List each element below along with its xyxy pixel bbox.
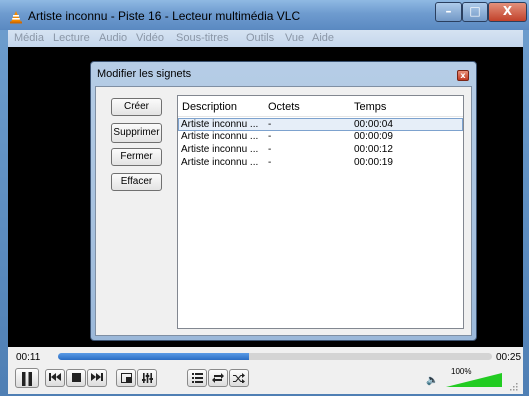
next-icon (91, 373, 103, 381)
volume-level (446, 373, 502, 387)
playlist-button[interactable] (187, 369, 207, 387)
dialog-title: Modifier les signets (97, 68, 192, 80)
pause-button[interactable] (15, 368, 39, 388)
row-description: Artiste inconnu ... (181, 144, 259, 155)
create-button[interactable]: Créer (111, 98, 162, 116)
column-description[interactable]: Description (182, 101, 237, 113)
vlc-cone-icon (10, 11, 22, 24)
list-item[interactable]: Artiste inconnu ... - 00:00:12 (178, 144, 463, 157)
next-button[interactable] (87, 369, 107, 387)
loop-icon (212, 373, 224, 383)
vlc-window: Artiste inconnu - Piste 16 - Lecteur mul… (0, 0, 529, 396)
menu-bar: Média Lecture Audio Vidéo Sous-titres Ou… (8, 30, 523, 47)
menu-media[interactable]: Média (14, 32, 44, 44)
menu-sous-titres[interactable]: Sous-titres (176, 32, 229, 44)
bookmarks-list[interactable]: Description Octets Temps Artiste inconnu… (177, 95, 464, 329)
row-temps: 00:00:19 (354, 157, 393, 168)
fullscreen-icon (120, 373, 132, 383)
dialog-close-button[interactable]: x (457, 70, 469, 81)
row-octets: - (268, 131, 272, 142)
shuffle-icon (233, 373, 245, 383)
column-octets[interactable]: Octets (268, 101, 300, 113)
bookmarks-dialog: Modifier les signets x Créer Supprimer F… (90, 61, 477, 341)
menu-outils[interactable]: Outils (246, 32, 274, 44)
clear-button[interactable]: Effacer (111, 173, 162, 191)
previous-icon (49, 373, 61, 381)
control-bar: 00:11 00:25 🔈 100% (8, 347, 523, 394)
menu-video[interactable]: Vidéo (136, 32, 164, 44)
seek-slider[interactable] (58, 353, 492, 360)
extended-settings-button[interactable] (137, 369, 157, 387)
dialog-body: Créer Supprimer Fermer Effacer Descripti… (95, 86, 472, 336)
menu-audio[interactable]: Audio (99, 32, 127, 44)
row-description: Artiste inconnu ... (181, 157, 259, 168)
row-octets: - (268, 157, 272, 168)
stop-icon (71, 373, 81, 382)
close-dialog-button[interactable]: Fermer (111, 148, 162, 166)
window-title: Artiste inconnu - Piste 16 - Lecteur mul… (28, 9, 301, 23)
speaker-icon[interactable]: 🔈 (426, 375, 438, 386)
pause-icon (22, 372, 32, 386)
menu-vue[interactable]: Vue (285, 32, 304, 44)
volume-slider[interactable] (446, 373, 502, 387)
previous-button[interactable] (45, 369, 65, 387)
row-temps: 00:00:09 (354, 131, 393, 142)
list-header: Description Octets Temps (178, 96, 463, 117)
stop-button[interactable] (66, 369, 86, 387)
playlist-icon (191, 373, 203, 383)
minimize-button[interactable]: – (435, 2, 462, 22)
loop-button[interactable] (208, 369, 228, 387)
list-item[interactable]: Artiste inconnu ... - 00:00:04 (178, 118, 463, 131)
seek-progress (58, 353, 249, 360)
fullscreen-button[interactable] (116, 369, 136, 387)
row-octets: - (268, 119, 272, 130)
row-octets: - (268, 144, 272, 155)
close-button[interactable]: X (488, 2, 527, 22)
total-time[interactable]: 00:25 (496, 352, 521, 363)
row-temps: 00:00:12 (354, 144, 393, 155)
row-description: Artiste inconnu ... (181, 119, 259, 130)
equalizer-icon (141, 373, 153, 383)
elapsed-time[interactable]: 00:11 (16, 352, 40, 363)
column-temps[interactable]: Temps (354, 101, 386, 113)
row-description: Artiste inconnu ... (181, 131, 259, 142)
menu-aide[interactable]: Aide (312, 32, 334, 44)
list-item[interactable]: Artiste inconnu ... - 00:00:19 (178, 157, 463, 170)
title-bar[interactable]: Artiste inconnu - Piste 16 - Lecteur mul… (0, 0, 529, 30)
row-temps: 00:00:04 (354, 119, 393, 130)
list-item[interactable]: Artiste inconnu ... - 00:00:09 (178, 131, 463, 144)
maximize-button[interactable]: □ (462, 2, 488, 22)
menu-lecture[interactable]: Lecture (53, 32, 90, 44)
delete-button[interactable]: Supprimer (111, 123, 162, 143)
resize-grip-icon[interactable] (510, 383, 518, 391)
shuffle-button[interactable] (229, 369, 249, 387)
